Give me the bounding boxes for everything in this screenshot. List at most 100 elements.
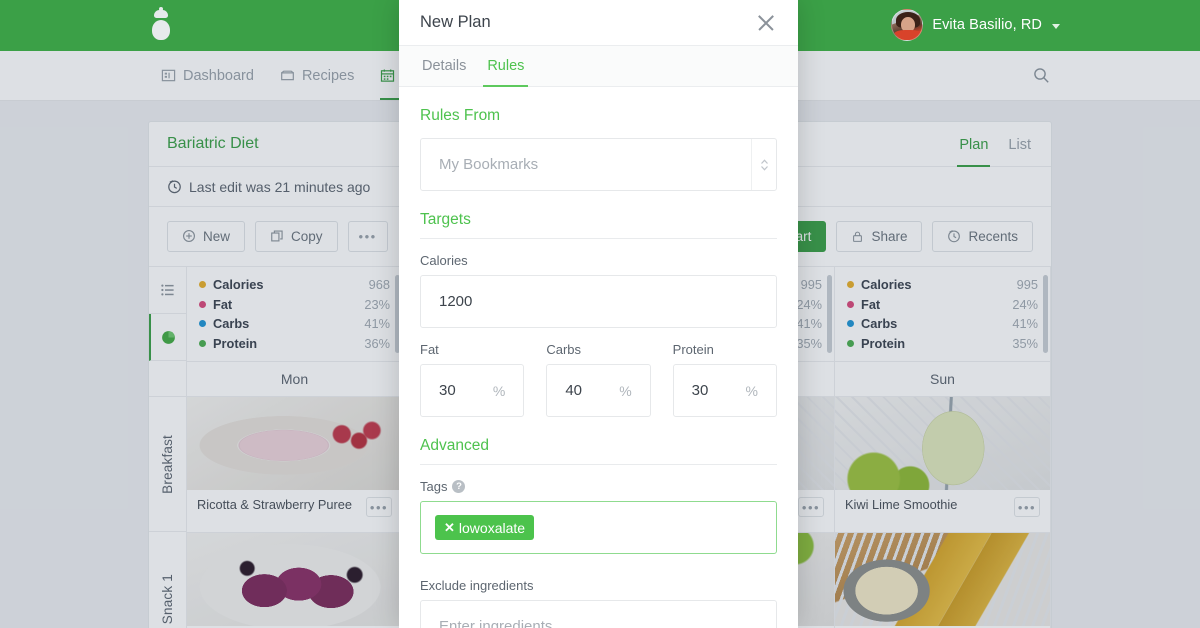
help-icon[interactable]: ? — [452, 480, 466, 493]
macro-color-dot — [847, 339, 854, 347]
meal-more-button[interactable]: ••• — [1014, 497, 1040, 517]
tab-plan[interactable]: Plan — [957, 123, 991, 167]
carbs-label-text: Carbs — [546, 342, 582, 357]
macro-color-dot — [199, 320, 206, 327]
meal-card[interactable]: Cottage Cheese & Banana••• — [835, 533, 1050, 628]
tag-chip[interactable]: ✕ lowoxalate — [435, 515, 535, 540]
macro-value: 41% — [1012, 316, 1038, 331]
macro-row: Protein 35% — [847, 336, 1038, 351]
rail-list-view-button[interactable] — [149, 267, 186, 314]
macro-name: Protein — [213, 335, 258, 351]
share-button-label: Share — [871, 228, 908, 244]
rail-chart-view-button[interactable] — [149, 314, 186, 361]
fat-label: Fat — [420, 342, 524, 357]
copy-button[interactable]: Copy — [255, 220, 338, 252]
search-button[interactable] — [1033, 67, 1052, 84]
tags-input[interactable]: ✕ lowoxalate — [420, 501, 777, 554]
share-button[interactable]: Share — [836, 220, 923, 252]
day-column: Calories 995 Fat 24% Carbs 41% Protein 35% Sun Ki… — [835, 267, 1051, 628]
meal-title: Ricotta & Strawberry Puree — [197, 497, 353, 512]
macro-name: Calories — [213, 277, 264, 292]
macro-value: 23% — [364, 296, 390, 312]
calories-label: Calories — [420, 253, 777, 268]
fat-label-text: Fat — [420, 342, 439, 357]
nav-item-recipes[interactable]: Recipes — [267, 51, 367, 100]
rules-from-placeholder: My Bookmarks — [439, 156, 539, 173]
protein-label-text: Protein — [672, 342, 714, 357]
macro-value: 41% — [364, 316, 390, 331]
rail-meal-label: Snack 1 — [160, 573, 175, 625]
history-icon — [168, 180, 181, 194]
macro-value: 968 — [368, 277, 390, 292]
recents-button[interactable]: Recents — [932, 220, 1033, 252]
calories-input[interactable]: 1200 — [420, 275, 777, 328]
modal-title: New Plan — [420, 13, 491, 31]
history-icon — [948, 230, 961, 243]
exclude-ingredients-input[interactable]: Enter ingredients — [420, 600, 777, 628]
rail-meal-breakfast: Breakfast — [149, 397, 186, 532]
tab-list-label: List — [1008, 136, 1031, 153]
list-view-icon — [160, 284, 174, 296]
plan-view-tabs: Plan List — [957, 122, 1033, 167]
meal-title: Kiwi Lime Smoothie — [845, 497, 958, 512]
new-button[interactable]: New — [167, 220, 246, 252]
screen: Evita Basilio, RD Dashboard Recipes Bari… — [0, 0, 1200, 628]
x-icon[interactable]: ✕ — [444, 521, 455, 534]
tab-rules[interactable]: Rules — [483, 46, 529, 87]
rules-from-select[interactable]: My Bookmarks — [420, 138, 777, 191]
calories-value: 1200 — [439, 293, 473, 310]
fat-suffix: % — [492, 382, 506, 399]
meal-card[interactable]: Blackberry Popsicles••• — [187, 533, 402, 628]
macro-scrollbar[interactable] — [1043, 275, 1048, 353]
chevron-updown-icon — [760, 158, 768, 171]
copy-button-label: Copy — [291, 228, 323, 244]
macro-summary: Calories 995 Fat 24% Carbs 41% Protein 35% — [835, 267, 1050, 361]
macro-color-dot — [199, 339, 206, 347]
macro-row: Calories 995 — [847, 277, 1038, 292]
stepper-updown-icon[interactable] — [751, 139, 776, 190]
day-column: Calories 968 Fat 23% Carbs 41% Protein 36% Mon Ri… — [187, 267, 403, 628]
macro-value: 35% — [1012, 335, 1038, 351]
meal-card[interactable]: Ricotta & Strawberry Puree ••• — [187, 397, 402, 533]
section-title-rules-from: Rules From — [420, 107, 501, 124]
plus-circle-icon — [183, 230, 195, 242]
macro-name: Fat — [213, 296, 233, 312]
tab-details[interactable]: Details — [420, 46, 468, 86]
macro-row: Protein 36% — [199, 336, 390, 351]
macro-value: 995 — [800, 277, 822, 292]
exclude-placeholder: Enter ingredients — [439, 618, 553, 628]
copy-icon — [271, 230, 283, 242]
meal-more-button[interactable]: ••• — [798, 497, 824, 517]
user-menu[interactable]: Evita Basilio, RD — [891, 9, 1060, 41]
tab-list[interactable]: List — [1006, 123, 1033, 167]
close-icon[interactable] — [755, 12, 777, 34]
macro-color-dot — [199, 300, 206, 308]
divider — [420, 464, 777, 465]
macro-name: Fat — [861, 296, 881, 312]
tab-plan-label: Plan — [959, 136, 989, 153]
nav-item-dashboard[interactable]: Dashboard — [148, 51, 267, 100]
tab-rules-label: Rules — [487, 58, 525, 74]
leaf-logo[interactable] — [148, 7, 174, 42]
protein-label: Protein — [673, 342, 777, 357]
macro-value: 24% — [1012, 296, 1038, 312]
fat-value: 30 — [439, 382, 456, 399]
protein-input[interactable]: 30 % — [672, 364, 777, 417]
macro-value: 41% — [796, 316, 822, 331]
page-title: Bariatric Diet — [167, 135, 259, 152]
macro-scrollbar[interactable] — [827, 275, 832, 353]
last-edit-text: Last edit was 21 minutes ago — [189, 178, 371, 195]
section-title-advanced: Advanced — [420, 437, 489, 454]
exclude-label: Exclude ingredients — [420, 578, 777, 593]
more-button[interactable]: ••• — [347, 220, 388, 252]
carbs-input[interactable]: 40 % — [546, 364, 651, 417]
recipes-icon — [281, 70, 294, 81]
tag-chip-label: lowoxalate — [458, 519, 526, 536]
meal-card[interactable]: Kiwi Lime Smoothie ••• — [835, 397, 1050, 533]
macro-name: Calories — [861, 277, 912, 292]
meal-more-button[interactable]: ••• — [366, 497, 392, 517]
fat-input[interactable]: 30 % — [420, 364, 525, 417]
macro-name: Protein — [861, 335, 906, 351]
chevron-down-icon — [1052, 23, 1060, 29]
calendar-icon — [381, 69, 395, 82]
